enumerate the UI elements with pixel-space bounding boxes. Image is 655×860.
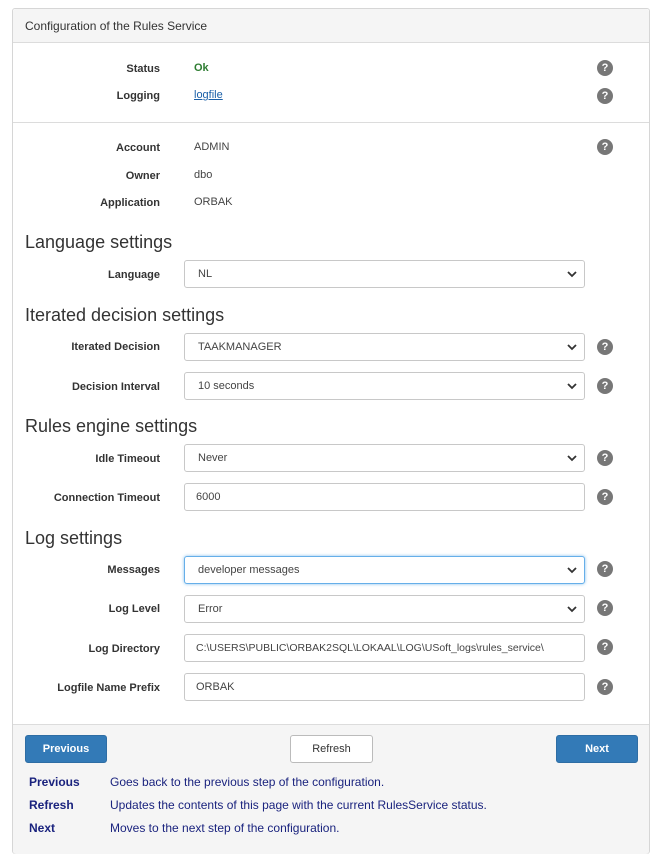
iterated-decision-label: Iterated Decision <box>71 341 160 353</box>
section-iterated-title: Iterated decision settings <box>25 305 225 325</box>
help-row-next: Next Moves to the next step of the confi… <box>29 821 629 837</box>
log-directory-value: C:\USERS\PUBLIC\ORBAK2SQL\LOKAAL\LOG\USo… <box>196 642 544 654</box>
help-icon[interactable]: ? <box>597 561 613 577</box>
panel-footer: Previous Refresh Next Previous Goes back… <box>13 724 649 854</box>
iterated-decision-select[interactable]: TAAKMANAGER <box>184 333 585 361</box>
help-icon[interactable]: ? <box>597 450 613 466</box>
status-value: Ok <box>194 62 209 74</box>
help-icon[interactable]: ? <box>597 639 613 655</box>
application-value: ORBAK <box>194 196 233 208</box>
account-label: Account <box>116 142 160 154</box>
owner-value: dbo <box>194 169 213 181</box>
help-row-key: Previous <box>29 775 80 789</box>
help-icon[interactable]: ? <box>597 679 613 695</box>
help-icon[interactable]: ? <box>597 88 613 104</box>
chevron-down-icon <box>567 455 577 462</box>
connection-timeout-value: 6000 <box>196 491 221 503</box>
idle-timeout-label: Idle Timeout <box>95 453 160 465</box>
help-row-desc: Updates the contents of this page with t… <box>110 798 487 812</box>
help-icon[interactable]: ? <box>597 600 613 616</box>
help-row-desc: Moves to the next step of the configurat… <box>110 821 340 835</box>
log-level-select-value: Error <box>198 603 223 615</box>
divider <box>13 122 649 123</box>
chevron-down-icon <box>567 383 577 390</box>
logfile-prefix-value: ORBAK <box>196 681 235 693</box>
section-language-title: Language settings <box>25 232 173 252</box>
language-select-value: NL <box>198 268 213 280</box>
help-icon[interactable]: ? <box>597 489 613 505</box>
log-level-select[interactable]: Error <box>184 595 585 623</box>
language-select[interactable]: NL <box>184 260 585 288</box>
help-row-desc: Goes back to the previous step of the co… <box>110 775 385 789</box>
decision-interval-select[interactable]: 10 seconds <box>184 372 585 400</box>
account-value: ADMIN <box>194 141 230 153</box>
help-row-refresh: Refresh Updates the contents of this pag… <box>29 798 629 814</box>
language-label: Language <box>108 269 160 281</box>
logfile-prefix-label: Logfile Name Prefix <box>57 682 160 694</box>
chevron-down-icon <box>567 567 577 574</box>
log-directory-input[interactable]: C:\USERS\PUBLIC\ORBAK2SQL\LOKAAL\LOG\USo… <box>184 634 585 662</box>
logging-label: Logging <box>116 90 160 102</box>
help-row-key: Next <box>29 821 56 835</box>
iterated-decision-select-value: TAAKMANAGER <box>198 341 282 353</box>
previous-button[interactable]: Previous <box>25 735 107 763</box>
config-panel: Configuration of the Rules Service Statu… <box>12 8 650 854</box>
idle-timeout-select-value: Never <box>198 452 228 464</box>
log-directory-label: Log Directory <box>88 643 160 655</box>
idle-timeout-select[interactable]: Never <box>184 444 585 472</box>
section-engine-title: Rules engine settings <box>25 416 198 436</box>
section-log-title: Log settings <box>25 528 123 548</box>
panel-heading: Configuration of the Rules Service <box>13 9 649 43</box>
help-icon[interactable]: ? <box>597 139 613 155</box>
chevron-down-icon <box>567 344 577 351</box>
chevron-down-icon <box>567 271 577 278</box>
messages-select[interactable]: developer messages <box>184 556 585 584</box>
next-button[interactable]: Next <box>556 735 638 763</box>
log-level-label: Log Level <box>108 603 160 615</box>
help-row-previous: Previous Goes back to the previous step … <box>29 775 629 791</box>
decision-interval-label: Decision Interval <box>71 381 160 393</box>
chevron-down-icon <box>567 606 577 613</box>
application-label: Application <box>100 197 160 209</box>
refresh-button[interactable]: Refresh <box>290 735 373 763</box>
help-icon[interactable]: ? <box>597 339 613 355</box>
connection-timeout-input[interactable]: 6000 <box>184 483 585 511</box>
panel-title: Configuration of the Rules Service <box>25 19 208 33</box>
logfile-prefix-input[interactable]: ORBAK <box>184 673 585 701</box>
connection-timeout-label: Connection Timeout <box>53 492 160 504</box>
messages-label: Messages <box>107 564 160 576</box>
help-row-key: Refresh <box>29 798 74 812</box>
logfile-link[interactable]: logfile <box>194 89 223 101</box>
owner-label: Owner <box>125 170 160 182</box>
decision-interval-select-value: 10 seconds <box>198 380 255 392</box>
help-icon[interactable]: ? <box>597 378 613 394</box>
messages-select-value: developer messages <box>198 564 300 576</box>
help-icon[interactable]: ? <box>597 60 613 76</box>
status-label: Status <box>126 63 160 75</box>
